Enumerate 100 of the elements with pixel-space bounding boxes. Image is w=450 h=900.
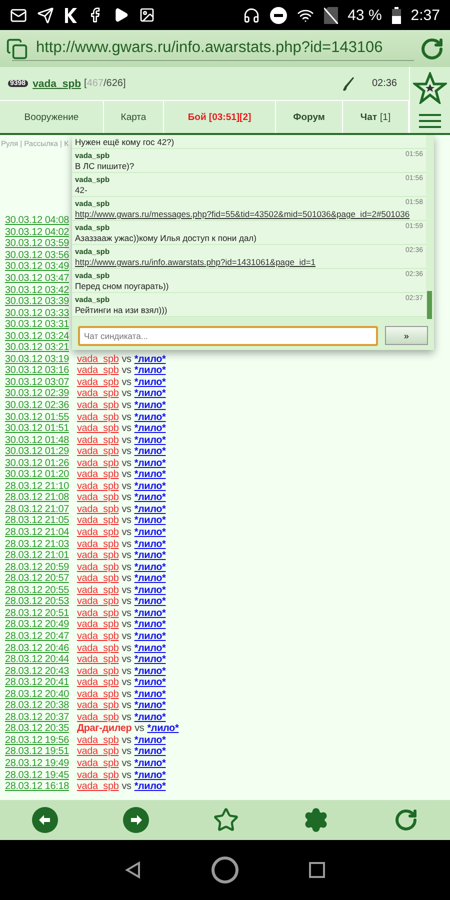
recents-icon[interactable]: [309, 862, 325, 878]
player-link[interactable]: vada_spb: [76, 642, 119, 654]
message-link[interactable]: http://www.gwars.ru/info.awarstats.php?id=1431061&page_id=1: [75, 257, 423, 267]
opponent-link[interactable]: *лило*: [134, 642, 166, 654]
opponent-link[interactable]: *лило*: [134, 354, 166, 365]
opponent-link[interactable]: *лило*: [134, 400, 166, 412]
opponent-link[interactable]: *лило*: [134, 630, 166, 642]
battle-date-link[interactable]: 30.03.12 03:24: [5, 330, 69, 342]
player-link[interactable]: vada_spb: [76, 608, 119, 619]
opponent-link[interactable]: *лило*: [134, 365, 166, 376]
player-link[interactable]: vada_spb: [76, 770, 119, 781]
opponent-link[interactable]: *лило*: [134, 423, 166, 434]
player-link[interactable]: vada_spb: [76, 630, 119, 642]
player-link[interactable]: vada_spb: [76, 412, 119, 423]
refresh-icon[interactable]: [420, 36, 444, 60]
battle-date-link[interactable]: 28.03.12 21:03: [5, 538, 69, 550]
battle-date-link[interactable]: 28.03.12 19:51: [5, 746, 69, 758]
battle-date-link[interactable]: 30.03.12 03:42: [5, 284, 69, 296]
player-link[interactable]: vada_spb: [76, 712, 119, 723]
battle-date-link[interactable]: 30.03.12 03:33: [5, 308, 69, 319]
player-link[interactable]: vada_spb: [76, 492, 119, 504]
battle-date-link[interactable]: 28.03.12 21:10: [5, 480, 69, 492]
battle-date-link[interactable]: 30.03.12 01:26: [5, 458, 69, 469]
opponent-link[interactable]: *лило*: [134, 688, 166, 700]
player-link[interactable]: vada_spb: [76, 562, 119, 573]
opponent-link[interactable]: *лило*: [134, 538, 166, 550]
home-icon[interactable]: [211, 856, 239, 884]
battle-date-link[interactable]: 30.03.12 04:08: [5, 215, 69, 226]
send-button[interactable]: »: [384, 326, 428, 345]
player-link[interactable]: vada_spb: [76, 446, 119, 458]
battle-date-link[interactable]: 30.03.12 01:20: [5, 469, 69, 480]
player-link[interactable]: vada_spb: [76, 781, 119, 792]
opponent-link[interactable]: *лило*: [134, 700, 166, 712]
player-link[interactable]: vada_spb: [76, 458, 119, 469]
battle-date-link[interactable]: 28.03.12 20:35: [5, 723, 69, 734]
player-link[interactable]: vada_spb: [76, 469, 119, 480]
player-link[interactable]: vada_spb: [76, 504, 119, 515]
nav-tab[interactable]: Карта: [104, 101, 164, 133]
opponent-link[interactable]: *лило*: [134, 388, 166, 400]
player-link[interactable]: vada_spb: [76, 400, 119, 412]
battle-date-link[interactable]: 30.03.12 01:29: [5, 446, 69, 458]
opponent-link[interactable]: *лило*: [134, 712, 166, 723]
opponent-link[interactable]: *лило*: [134, 573, 166, 584]
opponent-link[interactable]: *лило*: [134, 781, 166, 792]
nav-tab[interactable]: Форум: [276, 101, 343, 133]
battle-date-link[interactable]: 30.03.12 03:47: [5, 273, 69, 284]
opponent-link[interactable]: *лило*: [134, 469, 166, 480]
battle-date-link[interactable]: 30.03.12 03:39: [5, 296, 69, 308]
battle-date-link[interactable]: 28.03.12 20:38: [5, 700, 69, 712]
user-link[interactable]: vada_spb: [32, 78, 82, 90]
battle-date-link[interactable]: 28.03.12 20:41: [5, 677, 69, 688]
scrollbar-thumb[interactable]: [427, 291, 432, 319]
battle-date-link[interactable]: 30.03.12 02:36: [5, 400, 69, 412]
copy-icon[interactable]: [6, 38, 28, 60]
opponent-link[interactable]: *лило*: [134, 562, 166, 573]
refresh-icon[interactable]: [394, 808, 418, 832]
opponent-link[interactable]: *лило*: [134, 584, 166, 596]
player-link[interactable]: vada_spb: [76, 365, 119, 376]
battle-date-link[interactable]: 28.03.12 20:40: [5, 688, 69, 700]
player-link[interactable]: vada_spb: [76, 434, 119, 446]
battle-date-link[interactable]: 30.03.12 03:31: [5, 319, 69, 330]
opponent-link[interactable]: *лило*: [134, 480, 166, 492]
battle-date-link[interactable]: 30.03.12 01:55: [5, 412, 69, 423]
battle-date-link[interactable]: 28.03.12 21:08: [5, 492, 69, 504]
player-link[interactable]: vada_spb: [76, 688, 119, 700]
battle-date-link[interactable]: 28.03.12 20:55: [5, 584, 69, 596]
opponent-link[interactable]: *лило*: [134, 527, 166, 538]
player-link[interactable]: vada_spb: [76, 538, 119, 550]
player-link[interactable]: vada_spb: [76, 388, 119, 400]
opponent-link[interactable]: *лило*: [134, 458, 166, 469]
battle-date-link[interactable]: 28.03.12 20:47: [5, 630, 69, 642]
battle-date-link[interactable]: 30.03.12 03:07: [5, 376, 69, 388]
opponent-link[interactable]: *лило*: [134, 619, 166, 630]
opponent-link[interactable]: *лило*: [134, 758, 166, 769]
battle-date-link[interactable]: 28.03.12 20:46: [5, 642, 69, 654]
star-icon[interactable]: [212, 807, 239, 833]
opponent-link[interactable]: *лило*: [134, 492, 166, 504]
battle-date-link[interactable]: 28.03.12 20:59: [5, 562, 69, 573]
battle-date-link[interactable]: 28.03.12 20:44: [5, 654, 69, 666]
battle-date-link[interactable]: 30.03.12 03:59: [5, 238, 69, 250]
battle-date-link[interactable]: 30.03.12 01:48: [5, 434, 69, 446]
battle-date-link[interactable]: 28.03.12 20:37: [5, 712, 69, 723]
opponent-link[interactable]: *лило*: [134, 550, 166, 562]
battle-date-link[interactable]: 28.03.12 20:53: [5, 596, 69, 608]
opponent-link[interactable]: *лило*: [134, 666, 166, 677]
player-link[interactable]: vada_spb: [76, 480, 119, 492]
player-link[interactable]: vada_spb: [76, 527, 119, 538]
opponent-link[interactable]: *лило*: [134, 376, 166, 388]
opponent-link[interactable]: *лило*: [134, 654, 166, 666]
player-link[interactable]: vada_spb: [76, 758, 119, 769]
player-link[interactable]: vada_spb: [76, 734, 119, 746]
back-icon[interactable]: [32, 807, 58, 833]
chat-input[interactable]: Чат синдиката...: [78, 326, 378, 346]
battle-date-link[interactable]: 28.03.12 21:07: [5, 504, 69, 515]
opponent-link[interactable]: *лило*: [134, 770, 166, 781]
battle-date-link[interactable]: 28.03.12 21:01: [5, 550, 69, 562]
opponent-link[interactable]: *лило*: [134, 412, 166, 423]
opponent-link[interactable]: *лило*: [134, 608, 166, 619]
opponent-link[interactable]: *лило*: [134, 677, 166, 688]
battle-date-link[interactable]: 28.03.12 20:51: [5, 608, 69, 619]
